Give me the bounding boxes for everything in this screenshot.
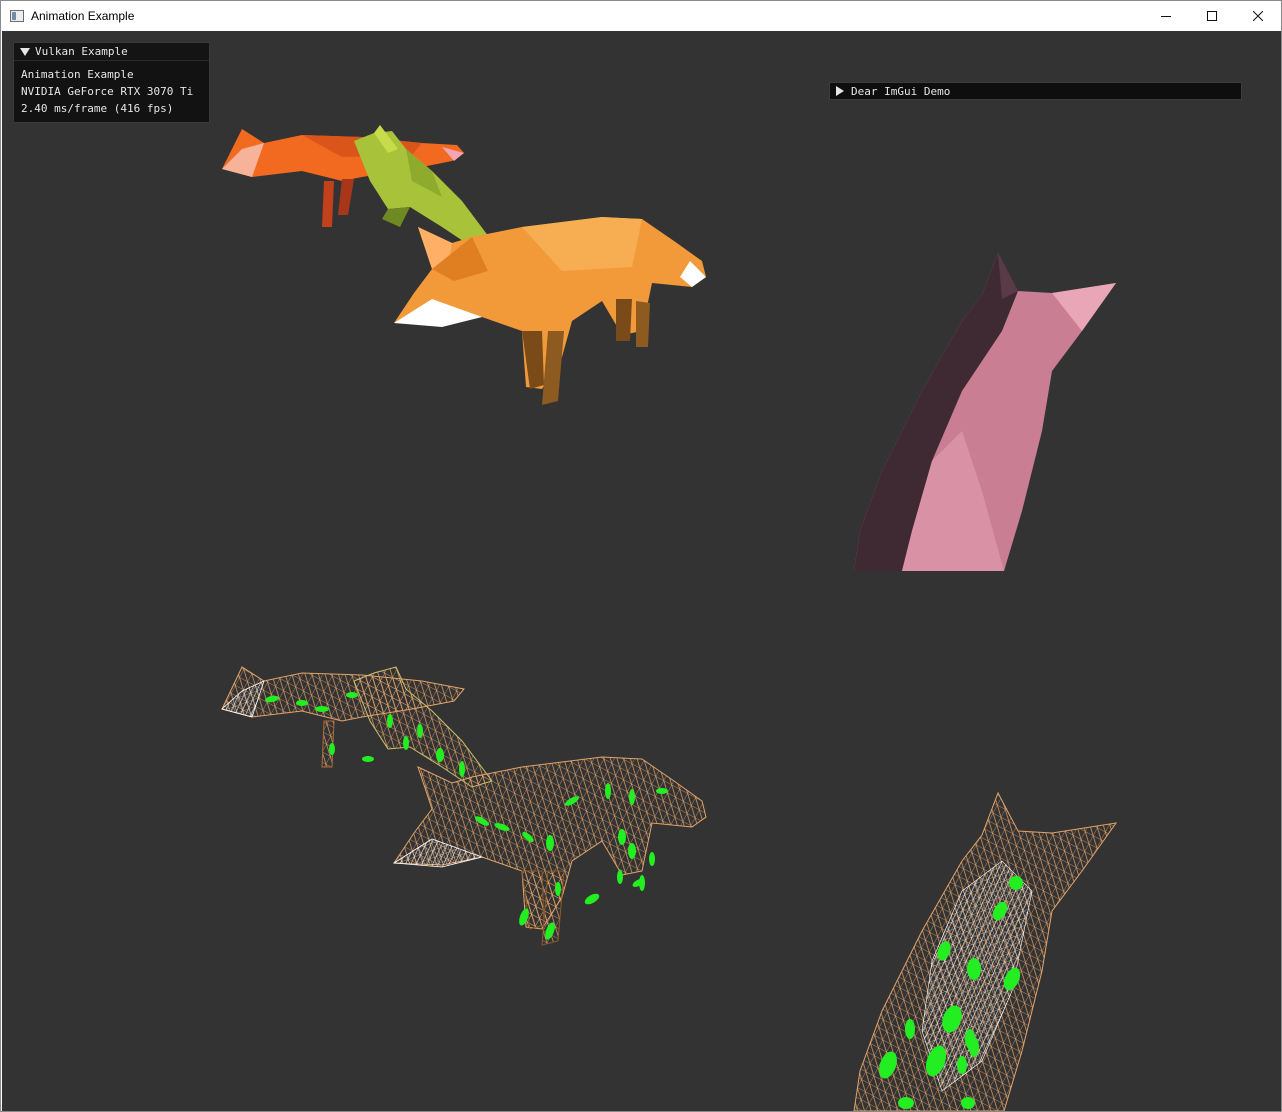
expand-arrow-icon[interactable] bbox=[836, 86, 844, 96]
panel-header[interactable]: Vulkan Example bbox=[14, 43, 209, 61]
fox-orange-model bbox=[394, 217, 706, 405]
fox-wireframes bbox=[221, 666, 1118, 1111]
fox-pink-model bbox=[854, 253, 1116, 571]
app-icon bbox=[10, 10, 24, 22]
collapse-arrow-icon[interactable] bbox=[20, 47, 30, 56]
panel-line-gpu: NVIDIA GeForce RTX 3070 Ti bbox=[21, 85, 194, 98]
window-controls bbox=[1143, 1, 1281, 31]
app-window: Animation Example Vulkan Example Animati… bbox=[0, 0, 1282, 1112]
title-bar[interactable]: Animation Example bbox=[1, 1, 1281, 31]
close-button[interactable] bbox=[1235, 1, 1281, 31]
close-icon bbox=[1253, 11, 1263, 21]
demo-title: Dear ImGui Demo bbox=[851, 84, 951, 98]
minimize-button[interactable] bbox=[1143, 1, 1189, 31]
vulkan-example-panel[interactable]: Vulkan Example Animation Example NVIDIA … bbox=[13, 42, 210, 123]
render-viewport[interactable]: Vulkan Example Animation Example NVIDIA … bbox=[2, 31, 1281, 1111]
panel-line-app-name: Animation Example bbox=[21, 68, 134, 81]
maximize-button[interactable] bbox=[1189, 1, 1235, 31]
panel-line-frametime: 2.40 ms/frame (416 fps) bbox=[21, 102, 174, 115]
window-title: Animation Example bbox=[31, 9, 135, 23]
imgui-demo-window[interactable]: Dear ImGui Demo bbox=[829, 82, 1242, 100]
panel-body: Animation Example NVIDIA GeForce RTX 307… bbox=[14, 61, 209, 117]
minimize-icon bbox=[1161, 16, 1171, 17]
maximize-icon bbox=[1207, 11, 1217, 21]
scene-canvas bbox=[221, 125, 1118, 1111]
panel-title: Vulkan Example bbox=[35, 45, 128, 58]
